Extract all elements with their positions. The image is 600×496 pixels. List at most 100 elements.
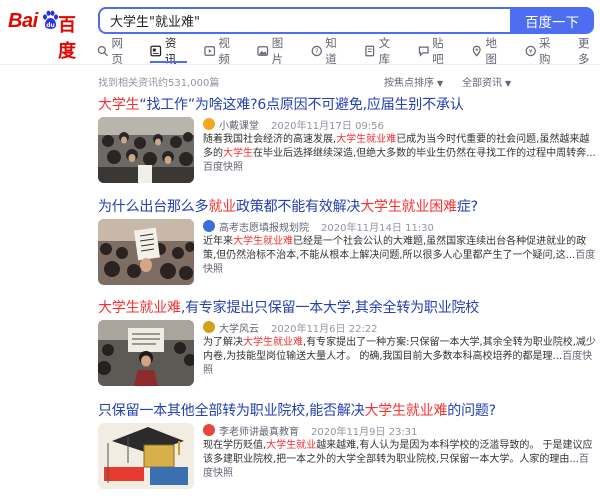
chevron-down-icon: ▼ [505,79,512,88]
purchase-icon: ¥ [525,45,536,57]
text-segment: 政策都不能有效解决 [236,199,361,215]
text-segment: 现在学历贬值, [203,440,267,451]
tab-video[interactable]: 视频 [204,36,240,66]
publish-time: 2020年11月6日 22:22 [271,323,378,335]
tab-more[interactable]: 更多 [578,36,600,66]
text-segment: 为什么出台那么多 [98,199,209,215]
highlight-keyword: 大学生就业难 [364,403,448,419]
source-name[interactable]: 高考志愿填报规划院 [219,219,309,234]
tab-label: 视频 [218,36,230,66]
image-icon [257,46,269,56]
highlight-keyword: 大学生就业难 [98,300,181,316]
sort-dropdown[interactable]: 按焦点排序 ▼ [384,74,443,89]
news-icon [150,45,162,57]
publish-time: 2020年11月9日 23:31 [311,426,418,438]
result-thumbnail[interactable] [98,423,194,489]
publish-time: 2020年11月14日 11:30 [321,222,434,234]
text-segment: “找工作”为啥这难?6点原因不可避免,应届生别不承认 [139,97,464,113]
result-item: 为什么出台那么多就业政策都不能有效解决大学生就业困难症? 高考志愿填报规划院 2… [98,196,598,285]
logo-text-right: 百度 [58,15,76,62]
highlight-keyword: 大学生就业难 [243,337,303,348]
job-fair-photo [98,219,194,285]
tab-label: 网页 [111,36,123,66]
text-segment: ,有专家提出只保留一本大学,其余全转为职业院校 [180,300,480,316]
tab-label: 贴吧 [432,36,444,66]
result-title[interactable]: 大学生就业难,有专家提出只保留一本大学,其余全转为职业院校 [98,297,598,317]
source-name[interactable]: 李老师讲最真教育 [219,423,299,438]
text-segment: 在毕业后选择继续深造,但绝大多数的毕业生仍然在寻找工作的过程中周转奔... [253,148,596,160]
text-segment: 的问题? [447,403,496,419]
search-input[interactable] [100,9,510,32]
result-count: 找到相关资讯约531,000篇 [98,78,220,89]
source-avatar-icon [203,321,215,333]
search-box[interactable] [98,7,510,34]
highlight-keyword: 大学生就业 [266,440,317,451]
crowd-photo [98,117,194,183]
tab-label: 采购 [538,36,551,66]
result-item: 大学生“找工作”为啥这难?6点原因不可避免,应届生别不承认 小戴课堂 2020年… [98,94,598,183]
document-icon [365,45,375,57]
source-name[interactable]: 大学风云 [219,320,259,335]
svg-text:¥: ¥ [528,48,532,55]
tab-label: 地图 [485,36,498,66]
search-tabs: 网页 资讯 视频 图片 ? 知道 文库 贴吧 地图 ¥ 采购 更多 [97,36,600,66]
highlight-keyword: 就业 [208,199,237,215]
tab-label: 知道 [325,36,337,66]
highlight-keyword: 大学生就业难 [233,236,293,247]
result-source: 李老师讲最真教育 2020年11月9日 23:31 [203,423,598,438]
college-graphic [98,423,194,489]
tab-zhidao[interactable]: ? 知道 [311,36,347,66]
map-icon [472,45,481,57]
result-thumbnail[interactable] [98,320,194,386]
result-thumbnail[interactable] [98,219,194,285]
video-icon [204,46,216,56]
result-item: 大学生就业难,有专家提出只保留一本大学,其余全转为职业院校 大学风云 2020年… [98,297,598,386]
source-avatar-icon [203,118,215,130]
text-segment: 症? [456,199,478,215]
tab-image[interactable]: 图片 [257,36,293,66]
publish-time: 2020年11月17日 09:56 [271,120,384,132]
source-avatar-icon [203,220,215,232]
highlight-keyword: 大学生就业困难 [360,199,457,215]
result-title[interactable]: 只保留一本其他全部转为职业院校,能否解决大学生就业难的问题? [98,400,598,420]
tab-web[interactable]: 网页 [97,36,133,66]
svg-text:?: ? [315,47,319,55]
sort-label: 按焦点排序 [384,78,434,89]
text-segment: 为了解决 [203,337,243,348]
tab-purchase[interactable]: ¥ 采购 [525,36,561,66]
result-title[interactable]: 为什么出台那么多就业政策都不能有效解决大学生就业困难症? [98,196,598,216]
source-avatar-icon [203,424,215,436]
tab-map[interactable]: 地图 [471,36,507,66]
result-title[interactable]: 大学生“找工作”为啥这难?6点原因不可避免,应届生别不承认 [98,94,598,114]
tab-wenku[interactable]: 文库 [364,36,400,66]
tab-tieba[interactable]: 贴吧 [418,36,454,66]
tab-label: 更多 [577,36,590,66]
web-icon [97,45,108,57]
result-snippet: 随着我国社会经济的高速发展,大学生就业难已成为当今时代重要的社会问题,虽然越来越… [203,133,598,176]
filter-label: 全部资讯 [462,78,502,89]
tab-label: 图片 [271,36,284,66]
filter-dropdown[interactable]: 全部资讯 ▼ [462,74,511,89]
tab-label: 资讯 [164,36,177,66]
result-snippet: 近年来大学生就业难已经是一个社会公认的大难题,虽然国家连续出台各种促进就业的政策… [203,235,598,278]
result-snippet: 现在学历贬值,大学生就业越来越难,有人认为是因为本科学校的泛滥导致的。 于是建议… [203,439,598,482]
question-icon: ? [311,45,322,57]
snapshot-link[interactable]: 百度快照 [203,162,243,173]
baidu-logo[interactable]: Bai du 百度 [8,7,88,62]
search-button[interactable]: 百度一下 [510,7,594,34]
tab-news[interactable]: 资讯 [150,36,188,66]
graduate-photo [98,320,194,386]
result-thumbnail[interactable] [98,117,194,183]
svg-text:du: du [46,22,55,29]
logo-text-left: Bai [8,10,38,32]
result-source: 小戴课堂 2020年11月17日 09:56 [203,117,598,132]
highlight-keyword: 大学生 [223,148,253,160]
source-name[interactable]: 小戴课堂 [219,117,259,132]
tieba-icon [418,46,429,57]
text-segment: 只保留一本其他全部转为职业院校,能否解决 [98,403,365,419]
text-segment: 随着我国社会经济的高速发展, [203,134,337,145]
result-item: 只保留一本其他全部转为职业院校,能否解决大学生就业难的问题? 李老师讲最真教育 … [98,400,598,489]
tab-divider [0,64,600,65]
result-source: 大学风云 2020年11月6日 22:22 [203,320,598,335]
chevron-down-icon: ▼ [437,79,444,88]
